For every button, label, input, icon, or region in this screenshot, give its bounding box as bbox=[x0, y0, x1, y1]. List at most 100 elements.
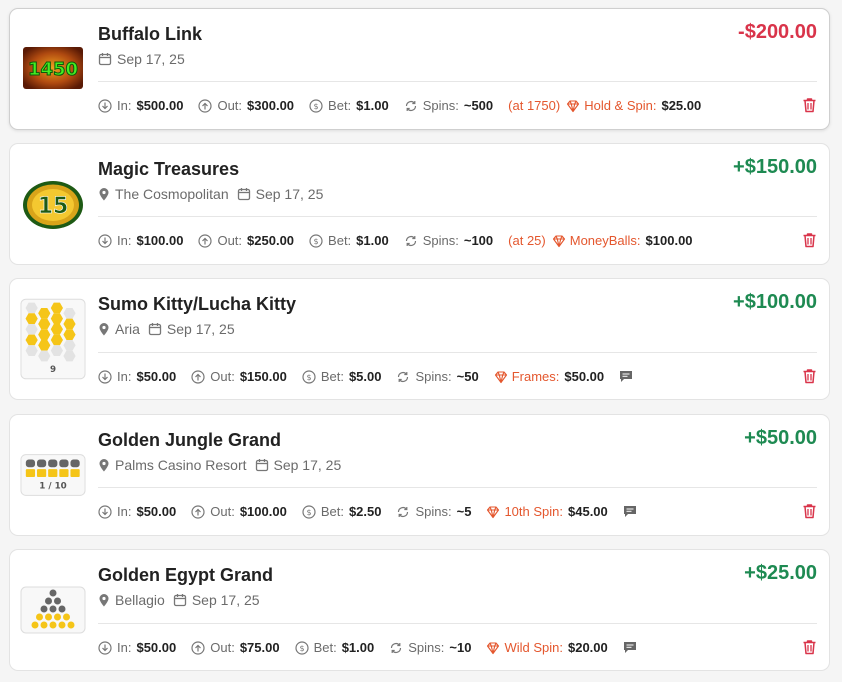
dollar-coin-icon: $ bbox=[309, 98, 323, 113]
delete-button[interactable] bbox=[802, 639, 817, 660]
calendar-icon bbox=[173, 594, 186, 607]
session-stats: In: $50.00 Out: $150.00 $ Bet: $5.00 Spins:… bbox=[98, 369, 633, 384]
refresh-icon bbox=[405, 100, 416, 111]
spin-cell bbox=[36, 469, 47, 477]
diamond-icon bbox=[552, 234, 565, 247]
net-amount: +$100.00 bbox=[733, 291, 817, 313]
spin-cell bbox=[48, 469, 58, 477]
note-button[interactable] bbox=[623, 505, 637, 518]
session-stats: In: $100.00 Out: $250.00 $ Bet: $1.00 Spins… bbox=[98, 233, 708, 248]
arrow-up-circle-icon bbox=[198, 98, 213, 113]
diamond-icon bbox=[494, 370, 507, 383]
calendar-icon bbox=[255, 459, 268, 472]
bonus-feature: MoneyBalls: $100.00 bbox=[552, 233, 693, 248]
dollar-coin-icon: $ bbox=[302, 369, 316, 384]
game-thumbnail: 15 bbox=[20, 180, 86, 230]
diamond-icon bbox=[487, 505, 500, 518]
session-stats: In: $500.00 Out: $300.00 $ Bet: $1.00 Spins… bbox=[98, 98, 716, 113]
delete-button[interactable] bbox=[802, 97, 817, 118]
spins-at-note: (at 25) bbox=[508, 233, 546, 248]
pyramid-dot bbox=[54, 613, 61, 621]
game-thumbnail: 1 / 10 bbox=[20, 453, 86, 497]
trash-icon bbox=[803, 640, 816, 655]
dollar-coin-icon: $ bbox=[309, 233, 323, 248]
map-pin-icon bbox=[99, 594, 109, 607]
pyramid-dot bbox=[45, 597, 52, 605]
svg-text:$: $ bbox=[306, 508, 311, 517]
spin-cell bbox=[48, 459, 58, 468]
arrow-up-circle-icon bbox=[191, 640, 205, 655]
svg-text:$: $ bbox=[306, 373, 311, 382]
game-title: Buffalo Link bbox=[98, 24, 202, 44]
pyramid-dot bbox=[40, 621, 48, 629]
arrow-down-circle-icon bbox=[98, 233, 112, 248]
arrow-up-circle-icon bbox=[198, 233, 213, 248]
pyramid-dot bbox=[31, 621, 39, 629]
session-card[interactable]: 1 / 10 Golden Jungle Grand +$50.00 Palms… bbox=[9, 414, 830, 536]
net-amount: +$25.00 bbox=[744, 562, 817, 584]
stat-spins: Spins: ~100 bbox=[404, 233, 493, 248]
stat-bet: $ Bet: $1.00 bbox=[294, 640, 374, 655]
pyramid-dot bbox=[67, 621, 75, 629]
session-stats: In: $50.00 Out: $75.00 $ Bet: $1.00 Spins: ~… bbox=[98, 640, 637, 655]
game-title: Golden Egypt Grand bbox=[98, 565, 274, 585]
spin-cell bbox=[59, 469, 69, 477]
refresh-icon bbox=[398, 371, 409, 382]
pyramid-dot bbox=[63, 613, 70, 621]
arrow-up-circle-icon bbox=[191, 369, 205, 384]
pyramid-dots-icon bbox=[20, 586, 86, 634]
stat-bet: $ Bet: $2.50 bbox=[302, 504, 381, 519]
delete-button[interactable] bbox=[802, 503, 817, 524]
calendar-icon bbox=[237, 188, 250, 201]
session-date: Sep 17, 25 bbox=[117, 51, 185, 67]
pyramid-dot bbox=[54, 597, 61, 605]
spin-cell bbox=[25, 459, 36, 468]
dollar-coin-icon: $ bbox=[294, 640, 309, 655]
pyramid-dot bbox=[58, 621, 66, 629]
session-date: Sep 17, 25 bbox=[273, 457, 342, 473]
refresh-icon bbox=[405, 235, 416, 246]
svg-text:$: $ bbox=[314, 102, 319, 111]
map-pin-icon bbox=[99, 323, 109, 336]
stat-bet: $ Bet: $1.00 bbox=[309, 233, 389, 248]
session-meta: Palms Casino Resort Sep 17, 25 bbox=[98, 457, 341, 473]
stat-spins: Spins: ~500 bbox=[404, 98, 493, 113]
net-amount: +$50.00 bbox=[744, 427, 817, 449]
stat-in: In: $50.00 bbox=[98, 369, 176, 384]
delete-button[interactable] bbox=[802, 368, 817, 389]
session-card[interactable]: 15 Magic Treasures +$150.00 The Cosmopol… bbox=[9, 143, 830, 265]
casino-location: The Cosmopolitan bbox=[115, 186, 229, 202]
net-amount: -$200.00 bbox=[738, 21, 817, 43]
session-date: Sep 17, 25 bbox=[166, 321, 235, 337]
game-title: Sumo Kitty/Lucha Kitty bbox=[98, 294, 297, 314]
session-card[interactable]: 1450 Buffalo Link -$200.00 Sep 17, 25 In… bbox=[9, 8, 830, 130]
comment-icon bbox=[623, 506, 636, 517]
spin-progress-icon: 1 / 10 bbox=[20, 454, 86, 496]
hexagon-frames-icon: 9 bbox=[20, 298, 86, 380]
session-card[interactable]: Golden Egypt Grand +$25.00 Bellagio Sep … bbox=[9, 549, 830, 671]
svg-text:$: $ bbox=[314, 237, 319, 246]
trash-icon bbox=[803, 369, 816, 384]
svg-text:$: $ bbox=[299, 644, 304, 653]
arrow-up-circle-icon bbox=[191, 504, 205, 519]
diamond-icon bbox=[487, 641, 500, 654]
delete-button[interactable] bbox=[802, 232, 817, 253]
note-button[interactable] bbox=[623, 641, 637, 654]
session-date: Sep 17, 25 bbox=[255, 186, 324, 202]
bonus-feature: Wild Spin: $20.00 bbox=[486, 640, 608, 655]
spin-cell bbox=[25, 469, 36, 477]
session-card[interactable]: 9 Sumo Kitty/Lucha Kitty +$100.00 Aria S… bbox=[9, 278, 830, 400]
stat-in: In: $500.00 bbox=[98, 98, 183, 113]
map-pin-icon bbox=[99, 188, 109, 201]
trash-icon bbox=[803, 98, 816, 113]
arrow-down-circle-icon bbox=[98, 640, 112, 655]
net-amount: +$150.00 bbox=[733, 156, 817, 178]
bonus-feature: Hold & Spin: $25.00 bbox=[566, 98, 701, 113]
arrow-down-circle-icon bbox=[98, 98, 112, 113]
stat-spins: Spins: ~5 bbox=[396, 504, 471, 519]
pyramid-dot bbox=[40, 605, 48, 613]
pyramid-dot bbox=[49, 589, 57, 597]
note-button[interactable] bbox=[619, 370, 633, 383]
game-thumbnail bbox=[20, 586, 86, 634]
divider bbox=[98, 81, 817, 82]
